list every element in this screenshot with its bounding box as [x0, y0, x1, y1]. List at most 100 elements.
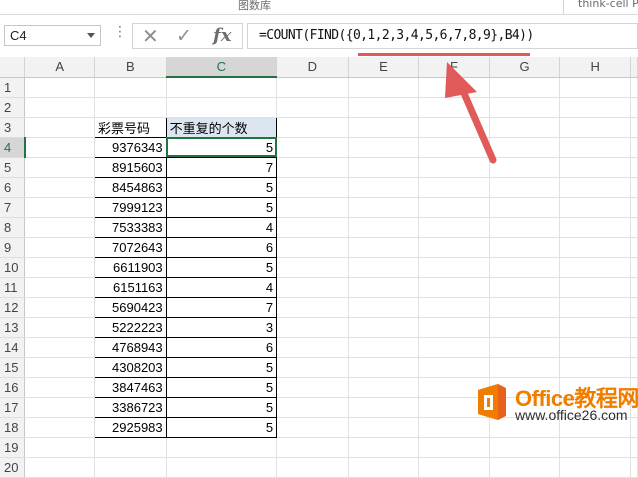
cell-b4[interactable]: 9376343	[93, 137, 167, 158]
row-header-15[interactable]: 15	[0, 357, 26, 378]
cell-c13[interactable]: 3	[165, 317, 278, 338]
chevron-down-icon[interactable]	[87, 33, 95, 38]
column-header-d[interactable]: D	[276, 57, 349, 78]
cell-h9[interactable]	[559, 237, 631, 258]
cell-d18[interactable]	[276, 417, 349, 438]
cell-b2[interactable]	[94, 97, 167, 118]
cell-h19[interactable]	[559, 437, 631, 458]
cell-e12[interactable]	[348, 297, 420, 318]
cell-c9[interactable]: 6	[165, 237, 278, 258]
cell-c15[interactable]: 5	[165, 357, 278, 378]
cell-a14[interactable]	[24, 337, 95, 358]
cell-g13[interactable]	[489, 317, 561, 338]
cell-g2[interactable]	[489, 97, 561, 118]
row-header-13[interactable]: 13	[0, 317, 26, 338]
cell-e1[interactable]	[348, 77, 420, 98]
cell-e15[interactable]	[348, 357, 420, 378]
cancel-icon[interactable]: ✕	[142, 24, 159, 48]
cell-f7[interactable]	[418, 197, 490, 218]
cell-g11[interactable]	[489, 277, 561, 298]
cell-f2[interactable]	[418, 97, 490, 118]
cell-g6[interactable]	[489, 177, 561, 198]
cell-h10[interactable]	[559, 257, 631, 278]
select-all-corner[interactable]	[0, 57, 26, 78]
row-header-10[interactable]: 10	[0, 257, 26, 278]
cell-g9[interactable]	[489, 237, 561, 258]
cell-b16[interactable]: 3847463	[93, 377, 167, 398]
cell-d4[interactable]	[276, 137, 349, 158]
cell-e14[interactable]	[348, 337, 420, 358]
cell-d19[interactable]	[276, 437, 349, 458]
cell-x13[interactable]	[630, 317, 638, 338]
cell-a11[interactable]	[24, 277, 95, 298]
cell-a7[interactable]	[24, 197, 95, 218]
cell-f19[interactable]	[418, 437, 490, 458]
cell-e6[interactable]	[348, 177, 420, 198]
cell-c11[interactable]: 4	[165, 277, 278, 298]
cell-e3[interactable]	[348, 117, 420, 138]
cell-x12[interactable]	[630, 297, 638, 318]
row-header-4[interactable]: 4	[0, 137, 26, 158]
cell-e16[interactable]	[348, 377, 420, 398]
cell-c18[interactable]: 5	[165, 417, 278, 438]
cell-f15[interactable]	[418, 357, 490, 378]
cell-c8[interactable]: 4	[165, 217, 278, 238]
cell-e17[interactable]	[348, 397, 420, 418]
row-header-8[interactable]: 8	[0, 217, 26, 238]
cell-g4[interactable]	[489, 137, 561, 158]
cell-b6[interactable]: 8454863	[93, 177, 167, 198]
cell-h13[interactable]	[559, 317, 631, 338]
cell-f8[interactable]	[418, 217, 490, 238]
cell-b10[interactable]: 6611903	[93, 257, 167, 278]
cell-d6[interactable]	[276, 177, 349, 198]
cell-x7[interactable]	[630, 197, 638, 218]
cell-h6[interactable]	[559, 177, 631, 198]
cell-e20[interactable]	[348, 457, 420, 478]
cell-a2[interactable]	[24, 97, 95, 118]
cell-a3[interactable]	[24, 117, 95, 138]
cell-g20[interactable]	[489, 457, 561, 478]
cell-a8[interactable]	[24, 217, 95, 238]
column-header-g[interactable]: G	[489, 57, 561, 78]
cell-b7[interactable]: 7999123	[93, 197, 167, 218]
column-header-b[interactable]: B	[94, 57, 167, 78]
cell-e8[interactable]	[348, 217, 420, 238]
row-header-5[interactable]: 5	[0, 157, 26, 178]
cell-h4[interactable]	[559, 137, 631, 158]
cell-f4[interactable]	[418, 137, 490, 158]
row-header-7[interactable]: 7	[0, 197, 26, 218]
cell-h7[interactable]	[559, 197, 631, 218]
cell-c4[interactable]: 5	[165, 137, 278, 158]
cell-g8[interactable]	[489, 217, 561, 238]
cell-f6[interactable]	[418, 177, 490, 198]
cell-h11[interactable]	[559, 277, 631, 298]
cell-c12[interactable]: 7	[165, 297, 278, 318]
cell-e18[interactable]	[348, 417, 420, 438]
cell-b17[interactable]: 3386723	[93, 397, 167, 418]
column-header-a[interactable]: A	[24, 57, 95, 78]
cell-d15[interactable]	[276, 357, 349, 378]
cell-b14[interactable]: 4768943	[93, 337, 167, 358]
cell-a5[interactable]	[24, 157, 95, 178]
cell-b9[interactable]: 7072643	[93, 237, 167, 258]
cell-d11[interactable]	[276, 277, 349, 298]
cell-d13[interactable]	[276, 317, 349, 338]
row-header-19[interactable]: 19	[0, 437, 26, 458]
cell-a4[interactable]	[24, 137, 95, 158]
cell-g7[interactable]	[489, 197, 561, 218]
cell-e10[interactable]	[348, 257, 420, 278]
cell-d8[interactable]	[276, 217, 349, 238]
cell-h8[interactable]	[559, 217, 631, 238]
cell-c17[interactable]: 5	[165, 397, 278, 418]
cell-f11[interactable]	[418, 277, 490, 298]
cell-a10[interactable]	[24, 257, 95, 278]
cell-g19[interactable]	[489, 437, 561, 458]
cell-h5[interactable]	[559, 157, 631, 178]
cell-f20[interactable]	[418, 457, 490, 478]
cell-d1[interactable]	[276, 77, 349, 98]
cell-f1[interactable]	[418, 77, 490, 98]
cell-b13[interactable]: 5222223	[93, 317, 167, 338]
cell-c20[interactable]	[166, 457, 278, 478]
cell-x2[interactable]	[630, 97, 638, 118]
cell-a9[interactable]	[24, 237, 95, 258]
